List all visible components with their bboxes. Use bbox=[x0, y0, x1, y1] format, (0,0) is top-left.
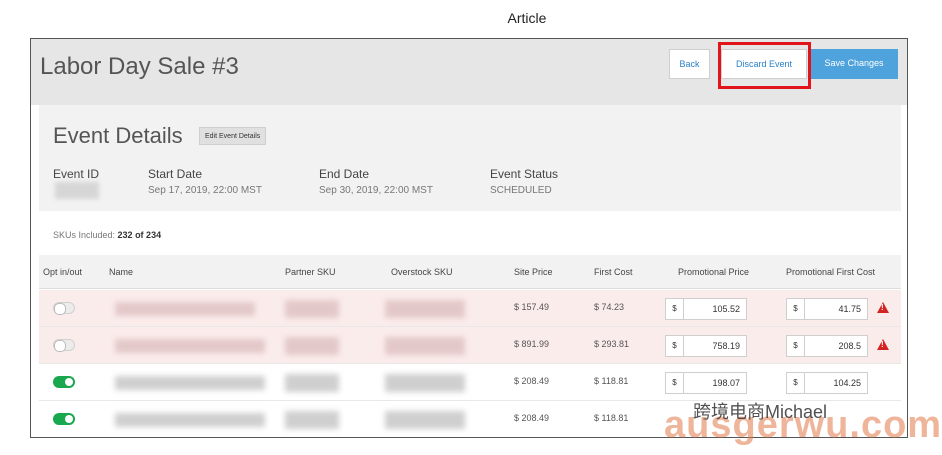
header-overstock-sku: Overstock SKU bbox=[391, 267, 453, 277]
event-status-label: Event Status bbox=[490, 167, 559, 181]
promo-first-cost-value: 208.5 bbox=[838, 341, 861, 351]
watermark-text: 跨境电商Michael bbox=[693, 402, 828, 422]
table-row: $ 208.49 $ 118.81 $ 198.07 $ 104.25 bbox=[39, 364, 901, 401]
currency-symbol: $ bbox=[787, 336, 805, 356]
site-price: $ 157.49 bbox=[514, 302, 550, 312]
warning-icon bbox=[877, 302, 889, 313]
name-redacted bbox=[115, 413, 265, 427]
event-id-label: Event ID bbox=[53, 167, 100, 181]
header-promotional-price: Promotional Price bbox=[678, 267, 750, 277]
currency-symbol: $ bbox=[787, 373, 805, 393]
first-cost: $ 293.81 bbox=[594, 339, 630, 349]
page-title: Labor Day Sale #3 bbox=[40, 53, 239, 80]
promo-first-cost-value: 104.25 bbox=[833, 378, 861, 388]
event-details-panel: Event Details Edit Event Details Event I… bbox=[39, 105, 901, 211]
header-promotional-first-cost: Promotional First Cost bbox=[786, 267, 876, 277]
end-date-label: End Date bbox=[319, 167, 370, 181]
first-cost: $ 118.81 bbox=[594, 413, 629, 423]
table-row: $ 157.49 $ 74.23 $ 105.52 $ 41.75 bbox=[39, 290, 901, 327]
skus-included-text: SKUs Included: 232 of 234 bbox=[53, 230, 161, 240]
name-redacted bbox=[115, 339, 265, 353]
header-opt: Opt in/out bbox=[43, 267, 83, 277]
partner-sku-redacted bbox=[285, 337, 339, 355]
overstock-sku-redacted bbox=[385, 300, 465, 318]
start-date-label: Start Date bbox=[148, 167, 203, 181]
first-cost: $ 74.23 bbox=[594, 302, 625, 312]
save-changes-button[interactable]: Save Changes bbox=[810, 49, 898, 79]
promo-price-value: 105.52 bbox=[712, 304, 740, 314]
partner-sku-redacted bbox=[285, 411, 339, 429]
header-bar: Labor Day Sale #3 Back Discard Event Sav… bbox=[31, 39, 907, 105]
header-first-cost: First Cost bbox=[594, 267, 633, 277]
opt-toggle[interactable] bbox=[53, 339, 75, 352]
header-site-price: Site Price bbox=[514, 267, 553, 277]
skus-included-prefix: SKUs Included: bbox=[53, 230, 118, 240]
name-redacted bbox=[115, 302, 255, 316]
promo-first-cost-input[interactable]: $ 208.5 bbox=[786, 335, 868, 357]
table-header: Opt in/out Name Partner SKU Overstock SK… bbox=[39, 255, 901, 289]
article-caption: Article bbox=[507, 10, 547, 26]
currency-symbol: $ bbox=[666, 373, 684, 393]
event-editor-window: Labor Day Sale #3 Back Discard Event Sav… bbox=[30, 38, 908, 438]
overstock-sku-redacted bbox=[385, 411, 465, 429]
skus-included-bar: SKUs Included: 232 of 234 bbox=[39, 211, 901, 255]
warning-icon bbox=[877, 339, 889, 350]
opt-toggle[interactable] bbox=[53, 376, 75, 388]
site-price: $ 208.49 bbox=[514, 376, 550, 386]
header-partner-sku: Partner SKU bbox=[285, 267, 336, 277]
back-button[interactable]: Back bbox=[669, 49, 710, 79]
partner-sku-redacted bbox=[285, 300, 339, 318]
event-details-title: Event Details bbox=[53, 123, 183, 148]
overstock-sku-redacted bbox=[385, 374, 465, 392]
promo-first-cost-input[interactable]: $ 41.75 bbox=[786, 298, 868, 320]
promo-price-input[interactable]: $ 105.52 bbox=[665, 298, 747, 320]
site-price: $ 208.49 bbox=[514, 413, 550, 423]
promo-price-value: 758.19 bbox=[712, 341, 740, 351]
table-row: $ 891.99 $ 293.81 $ 758.19 $ 208.5 bbox=[39, 327, 901, 364]
opt-toggle[interactable] bbox=[53, 302, 75, 315]
first-cost: $ 118.81 bbox=[594, 376, 629, 386]
annotation-highlight-box bbox=[718, 42, 811, 89]
end-date-value: Sep 30, 2019, 22:00 MST bbox=[319, 185, 433, 196]
partner-sku-redacted bbox=[285, 374, 339, 392]
skus-included-count: 232 of 234 bbox=[117, 230, 162, 240]
edit-event-details-button[interactable]: Edit Event Details bbox=[199, 127, 267, 145]
opt-toggle[interactable] bbox=[53, 413, 75, 425]
currency-symbol: $ bbox=[666, 299, 684, 319]
promo-first-cost-value: 41.75 bbox=[838, 304, 861, 314]
promo-price-value: 198.07 bbox=[712, 378, 740, 388]
start-date-value: Sep 17, 2019, 22:00 MST bbox=[148, 185, 262, 196]
event-id-value-redacted bbox=[55, 182, 99, 199]
promo-price-input[interactable]: $ 758.19 bbox=[665, 335, 747, 357]
overstock-sku-redacted bbox=[385, 337, 465, 355]
promo-price-input[interactable]: $ 198.07 bbox=[665, 372, 747, 394]
header-name: Name bbox=[109, 267, 134, 277]
name-redacted bbox=[115, 376, 265, 390]
currency-symbol: $ bbox=[787, 299, 805, 319]
currency-symbol: $ bbox=[666, 336, 684, 356]
site-price: $ 891.99 bbox=[514, 339, 550, 349]
event-status-value: SCHEDULED bbox=[490, 185, 552, 196]
promo-first-cost-input[interactable]: $ 104.25 bbox=[786, 372, 868, 394]
